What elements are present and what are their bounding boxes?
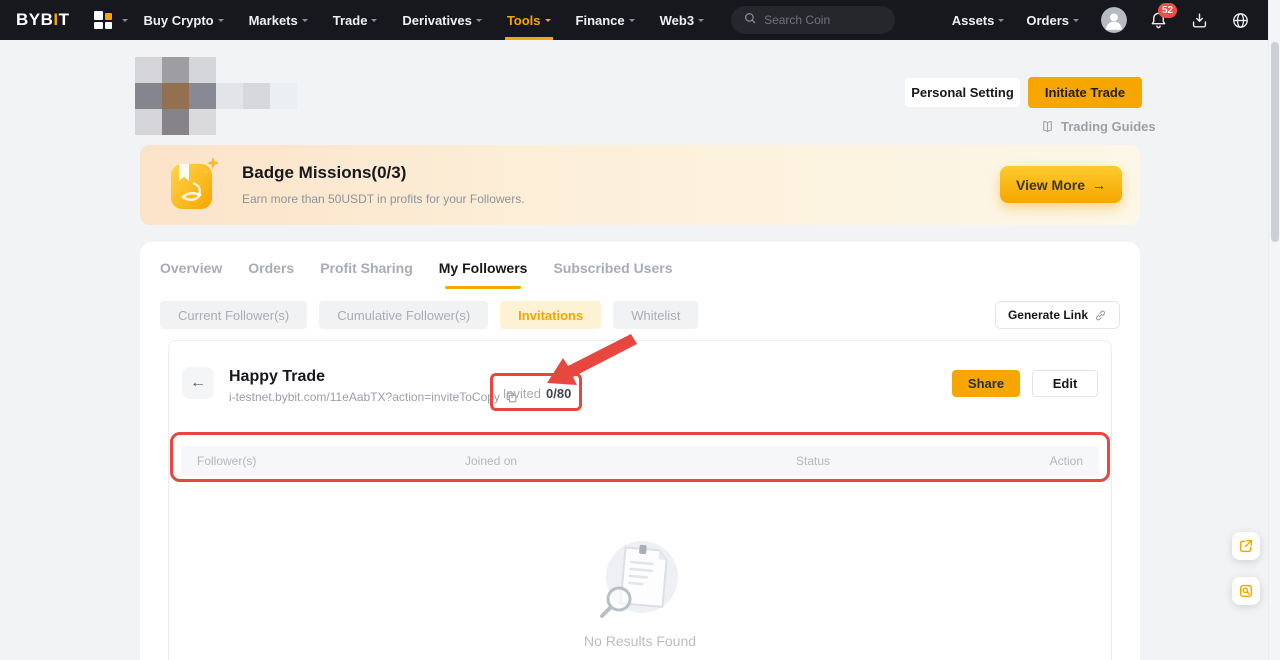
subtab-cumulative-followers[interactable]: Cumulative Follower(s) xyxy=(319,301,488,329)
share-button[interactable]: Share xyxy=(952,370,1020,397)
user-avatar[interactable] xyxy=(1101,7,1127,33)
chevron-down-icon xyxy=(545,19,551,25)
arrow-left-icon: ← xyxy=(190,374,206,392)
invitation-panel: ← Happy Trade i-testnet.bybit.com/11eAab… xyxy=(168,340,1112,660)
bybit-copy-trading-page: BYBIT Buy Crypto Markets Trade Derivativ… xyxy=(0,0,1280,660)
chevron-down-icon xyxy=(302,19,308,25)
tab-subscribed-users[interactable]: Subscribed Users xyxy=(553,260,672,289)
scrollbar-thumb[interactable] xyxy=(1271,42,1279,242)
badge-missions-subtitle: Earn more than 50USDT in profits for you… xyxy=(242,192,525,206)
preview-float-button[interactable] xyxy=(1232,577,1260,605)
pixelated-profile-image xyxy=(135,57,297,135)
tab-bar: Overview Orders Profit Sharing My Follow… xyxy=(140,242,1140,289)
badge-missions-icon xyxy=(168,156,220,219)
column-action: Action xyxy=(1050,454,1083,468)
empty-state-text: No Results Found xyxy=(584,633,696,649)
followers-table-header: Follower(s) Joined on Status Action xyxy=(181,446,1099,476)
bybit-logo[interactable]: BYBIT xyxy=(16,10,70,30)
external-link-icon xyxy=(1238,538,1254,554)
followers-card: Overview Orders Profit Sharing My Follow… xyxy=(140,242,1140,660)
language-button[interactable] xyxy=(1231,11,1250,30)
subtab-bar: Current Follower(s) Cumulative Follower(… xyxy=(160,301,1120,329)
chevron-down-icon xyxy=(1073,19,1079,25)
notification-count-badge: 52 xyxy=(1158,3,1177,18)
chevron-down-icon xyxy=(122,19,128,25)
download-app-button[interactable] xyxy=(1190,11,1209,30)
logo-text: BYB xyxy=(16,10,53,29)
menu-item-tools[interactable]: Tools xyxy=(507,0,551,40)
column-followers: Follower(s) xyxy=(197,454,465,468)
logo-text-end: T xyxy=(59,10,70,29)
personal-setting-button[interactable]: Personal Setting xyxy=(904,77,1021,108)
badge-missions-title: Badge Missions(0/3) xyxy=(242,163,406,183)
chevron-down-icon xyxy=(218,19,224,25)
book-icon xyxy=(1040,119,1055,134)
invitation-panel-header: ← Happy Trade i-testnet.bybit.com/11eAab… xyxy=(182,367,1098,404)
menu-item-finance[interactable]: Finance xyxy=(576,0,635,40)
chevron-down-icon xyxy=(629,19,635,25)
trade-name: Happy Trade xyxy=(229,367,518,386)
apps-grid-icon xyxy=(94,11,112,29)
orders-menu[interactable]: Orders xyxy=(1026,13,1079,28)
apps-menu-button[interactable] xyxy=(94,11,128,29)
subtab-current-followers[interactable]: Current Follower(s) xyxy=(160,301,307,329)
subtab-invitations[interactable]: Invitations xyxy=(500,301,601,329)
invite-link-text: i-testnet.bybit.com/11eAabTX?action=invi… xyxy=(229,390,500,404)
trading-guides-link[interactable]: Trading Guides xyxy=(1040,119,1156,134)
tab-orders[interactable]: Orders xyxy=(248,260,294,289)
download-icon xyxy=(1190,11,1209,30)
back-button[interactable]: ← xyxy=(182,367,214,399)
menu-item-derivatives[interactable]: Derivatives xyxy=(402,0,481,40)
main-menu: Buy Crypto Markets Trade Derivatives Too… xyxy=(144,0,730,40)
chevron-down-icon xyxy=(698,19,704,25)
menu-item-web3[interactable]: Web3 xyxy=(660,0,704,40)
tab-my-followers[interactable]: My Followers xyxy=(439,260,528,289)
page-scrollbar[interactable] xyxy=(1268,0,1280,660)
assets-menu[interactable]: Assets xyxy=(952,13,1005,28)
view-more-button[interactable]: View More→ xyxy=(1000,166,1122,203)
menu-item-markets[interactable]: Markets xyxy=(249,0,308,40)
share-page-float-button[interactable] xyxy=(1232,532,1260,560)
edit-button[interactable]: Edit xyxy=(1032,370,1098,397)
arrow-right-icon: → xyxy=(1092,177,1106,193)
column-status: Status xyxy=(796,454,1050,468)
search-document-icon xyxy=(1238,583,1254,599)
search-input[interactable] xyxy=(764,13,883,27)
initiate-trade-button[interactable]: Initiate Trade xyxy=(1028,77,1142,108)
notifications-button[interactable]: 52 xyxy=(1149,11,1168,30)
globe-icon xyxy=(1231,11,1250,30)
tab-profit-sharing[interactable]: Profit Sharing xyxy=(320,260,413,289)
chevron-down-icon xyxy=(371,19,377,25)
link-icon xyxy=(1094,309,1107,322)
chevron-down-icon xyxy=(998,19,1004,25)
column-joined-on: Joined on xyxy=(465,454,796,468)
menu-item-buy-crypto[interactable]: Buy Crypto xyxy=(144,0,224,40)
coin-search-box[interactable] xyxy=(731,6,895,34)
invited-count-badge: Invited 0/80 xyxy=(493,377,581,410)
badge-missions-banner xyxy=(140,145,1140,225)
menu-item-trade[interactable]: Trade xyxy=(333,0,378,40)
person-icon xyxy=(1101,7,1127,33)
tab-overview[interactable]: Overview xyxy=(160,260,222,289)
generate-link-button[interactable]: Generate Link xyxy=(995,301,1120,329)
search-icon xyxy=(743,11,757,30)
top-navbar: BYBIT Buy Crypto Markets Trade Derivativ… xyxy=(0,0,1280,40)
empty-state: No Results Found xyxy=(169,537,1111,649)
no-results-icon xyxy=(597,537,683,625)
invite-link-row: i-testnet.bybit.com/11eAabTX?action=invi… xyxy=(229,390,518,404)
chevron-down-icon xyxy=(476,19,482,25)
subtab-whitelist[interactable]: Whitelist xyxy=(613,301,698,329)
